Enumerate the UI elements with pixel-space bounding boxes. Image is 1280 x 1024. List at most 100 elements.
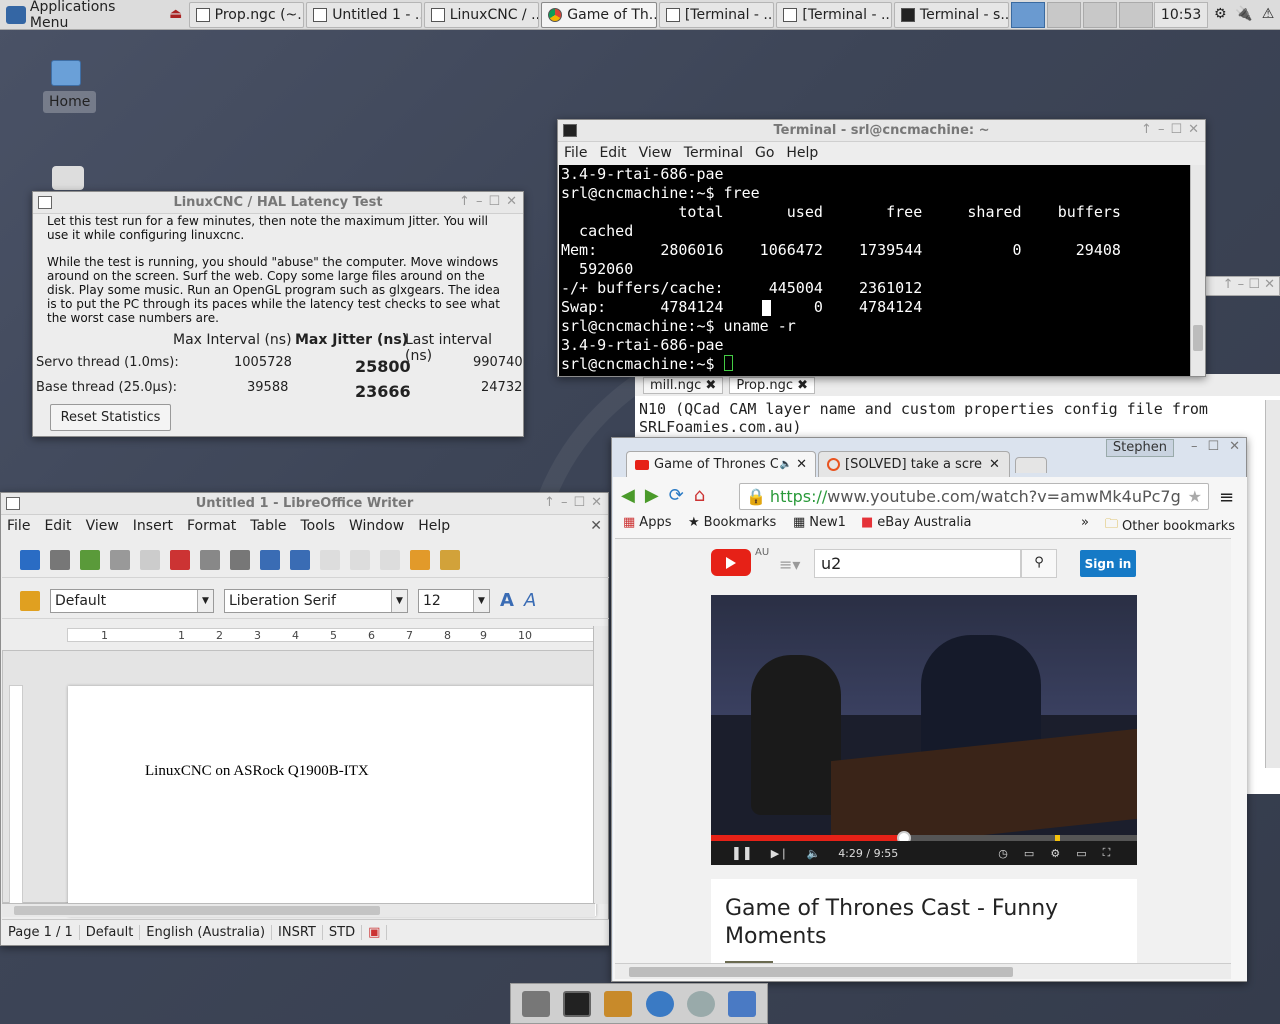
maximize-icon[interactable]: ☐ [1170,122,1182,137]
menu-file[interactable]: File [7,518,30,534]
folder-launcher-icon[interactable] [728,990,757,1017]
autospellcheck-icon[interactable] [290,549,310,570]
scrollbar-thumb[interactable] [1193,325,1203,351]
profile-button[interactable]: Stephen [1105,439,1174,457]
minimize-icon[interactable]: – [1158,122,1165,137]
other-bookmarks[interactable]: 🗀 Other bookmarks [1105,515,1235,537]
scrollbar-thumb[interactable] [14,906,380,915]
status-language[interactable]: English (Australia) [140,925,273,940]
menu-help[interactable]: Help [418,518,450,534]
close-document-icon[interactable]: ✕ [590,518,602,534]
chevron-down-icon[interactable]: ▼ [197,589,213,612]
chevron-down-icon[interactable]: ▼ [391,589,407,612]
font-size-combo[interactable]: 12 ▼ [418,588,490,613]
open-icon[interactable] [50,549,70,570]
menu-help[interactable]: Help [786,145,818,161]
status-insert-mode[interactable]: INSRT [272,925,323,940]
new-tab-button[interactable] [1015,457,1047,473]
back-icon[interactable]: ◀ [621,485,635,506]
scrollbar-thumb[interactable] [629,967,1013,977]
font-name-combo[interactable]: Liberation Serif ▼ [224,588,408,613]
copy-icon[interactable] [350,549,370,570]
star-icon[interactable]: ★ [1188,487,1202,506]
close-icon[interactable]: ✕ [1188,122,1199,137]
address-bar[interactable]: 🔒 https://www.youtube.com/watch?v=amwMk4… [739,483,1209,510]
paste-icon[interactable] [380,549,400,570]
writer-vertical-scrollbar[interactable] [593,626,608,904]
pin-icon[interactable]: ↑ [459,194,470,209]
workspace-2[interactable] [1047,1,1082,28]
status-selection-mode[interactable]: STD [323,925,363,940]
workspace-4[interactable] [1119,1,1153,28]
youtube-logo-icon[interactable] [711,549,751,576]
task-terminal-1[interactable]: [Terminal - ... [658,1,775,28]
theater-mode-icon[interactable]: ▭ [1076,847,1086,860]
fontwork-icon[interactable]: A [524,590,536,611]
search-icon[interactable]: ⚲ [1021,549,1057,578]
chevron-down-icon[interactable]: ▼ [473,589,489,612]
applications-menu-button[interactable]: Applications Menu [0,0,164,31]
email-icon[interactable] [110,549,130,570]
minimize-icon[interactable]: – [1191,439,1198,454]
styles-icon[interactable] [20,590,40,611]
pause-icon[interactable]: ❚❚ [731,846,753,861]
home-icon[interactable]: ⌂ [694,485,705,506]
menu-table[interactable]: Table [250,518,286,534]
spellcheck-icon[interactable] [260,549,280,570]
menu-format[interactable]: Format [187,518,236,534]
save-icon[interactable] [80,549,100,570]
app-finder-search-icon[interactable] [686,990,715,1017]
fullscreen-icon[interactable]: ⛶ [1103,846,1111,860]
bookmarks-overflow-icon[interactable]: » [1081,515,1089,530]
new-document-icon[interactable] [20,549,40,570]
menu-edit[interactable]: Edit [44,518,71,534]
guide-menu-icon[interactable]: ≡▾ [779,555,800,574]
horizontal-ruler[interactable]: 1 1 2 3 4 5 6 7 8 9 10 [67,628,595,642]
export-pdf-icon[interactable] [170,549,190,570]
forward-icon[interactable]: ▶ [645,485,659,506]
menu-window[interactable]: Window [349,518,404,534]
cut-icon[interactable] [320,549,340,570]
next-icon[interactable]: ▶❘ [771,847,789,860]
task-linuxcnc-latency[interactable]: LinuxCNC / ... [423,1,540,28]
sign-in-button[interactable]: Sign in [1080,550,1136,577]
paragraph-style-combo[interactable]: Default ▼ [50,588,214,613]
workspace-1[interactable] [1011,1,1046,28]
editor-tab-prop[interactable]: Prop.ngc ✖ [729,376,816,394]
undo-icon[interactable] [440,549,460,570]
close-icon[interactable]: ✕ [1229,439,1240,454]
print-preview-icon[interactable] [230,549,250,570]
bookmark-bookmarks[interactable]: ★ Bookmarks [688,515,776,530]
pin-icon[interactable]: ↑ [544,495,555,510]
terminal-launcher-icon[interactable] [562,990,591,1017]
close-icon[interactable]: ✖ [797,378,808,393]
editor-scrollbar[interactable] [1265,400,1280,768]
network-icon[interactable]: ⚙ [1210,6,1230,24]
maximize-icon[interactable]: ☐ [488,194,500,209]
settings-icon[interactable]: ⚙ [1050,847,1060,860]
reload-icon[interactable]: ⟳ [669,485,684,506]
task-prop-ngc[interactable]: Prop.ngc (~... [188,1,305,28]
document-text[interactable]: LinuxCNC on ASRock Q1900B-ITX [145,763,369,780]
desktop-home-icon[interactable]: Home [43,60,97,113]
youtube-search-input[interactable]: u2 [814,549,1021,578]
reset-statistics-button[interactable]: Reset Statistics [50,404,171,431]
editor-text[interactable]: N10 (QCad CAM layer name and custom prop… [635,396,1280,440]
menu-terminal[interactable]: Terminal [684,145,743,161]
close-icon[interactable]: ✕ [506,194,517,209]
close-icon[interactable]: ✕ [591,495,602,510]
menu-insert[interactable]: Insert [133,518,173,534]
task-chrome-game-of-thrones[interactable]: Game of Th... [541,1,657,28]
task-untitled-writer[interactable]: Untitled 1 - ... [306,1,422,28]
bookmark-apps[interactable]: ▦ Apps [623,515,671,530]
maximize-icon[interactable]: ☐ [573,495,585,510]
panel-clock[interactable]: 10:53 [1153,1,1209,28]
tab-youtube[interactable]: Game of Thrones C 🔈 ✕ [626,451,816,477]
volume-icon[interactable]: 🔈 [806,847,820,860]
edit-mode-icon[interactable] [140,549,160,570]
watch-later-icon[interactable]: ◷ [998,847,1008,860]
clone-formatting-icon[interactable] [410,549,430,570]
file-manager-launcher-icon[interactable] [604,990,633,1017]
vertical-ruler[interactable] [9,685,23,905]
chrome-menu-icon[interactable]: ≡ [1219,487,1234,508]
